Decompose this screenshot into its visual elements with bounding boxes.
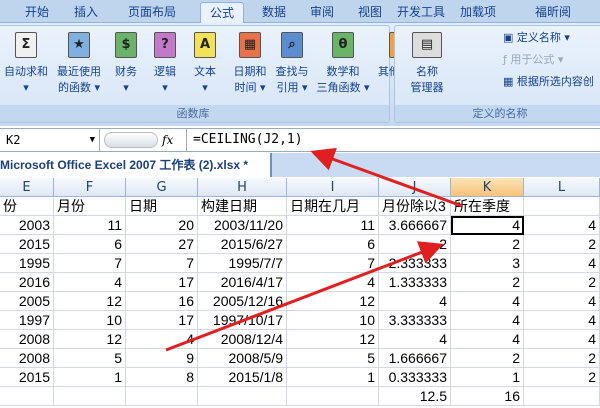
annotation-arrows bbox=[165, 147, 463, 352]
arrow-to-cell bbox=[165, 241, 444, 352]
arrow-to-formula bbox=[310, 147, 463, 208]
